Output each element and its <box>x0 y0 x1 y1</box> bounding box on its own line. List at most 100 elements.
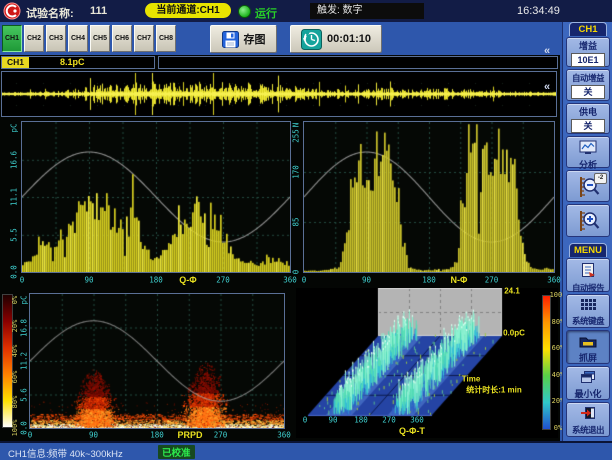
q-phi-histogram-panel: 0.05.511.116.6pC090180270360Q-Φ <box>2 118 294 290</box>
capture-folder-icon <box>579 334 597 348</box>
n-phi-histogram-chart <box>303 121 555 273</box>
z-max-label: 24.1 <box>504 287 520 296</box>
x-tick-label: 180 <box>422 276 436 285</box>
sidebar: CH1 增益 10E1 自动增益 关 供电 关 分析 -2 <box>562 22 612 441</box>
y-tick-label: 255 <box>292 129 301 143</box>
zoom-in-button[interactable] <box>566 204 610 237</box>
system-keyboard-label: 系统键盘 <box>567 316 609 327</box>
collapse-sidebar-icon[interactable]: « <box>544 82 550 92</box>
x-tick-label: 270 <box>216 276 230 285</box>
save-image-label: 存图 <box>244 31 266 47</box>
colorbar-tick-label: 0% <box>11 296 19 304</box>
x-tick-label: 0 <box>302 276 307 285</box>
power-supply-label: 供电 <box>567 107 609 118</box>
q-phi-t-colorbar <box>542 295 551 430</box>
channel-button-ch6[interactable]: CH6 <box>112 25 132 52</box>
colorbar-tick-label: 100% <box>11 420 19 437</box>
screen-capture-button[interactable]: 抓屏 <box>566 330 610 364</box>
x-tick-label: 270 <box>382 416 396 425</box>
run-status-label: 运行 <box>255 5 277 21</box>
x-axis-label: N-Φ <box>451 275 468 285</box>
x-tick-label: 270 <box>485 276 499 285</box>
x-tick-label: 0 <box>303 416 308 425</box>
x-tick-label: 360 <box>277 431 291 440</box>
gain-button[interactable]: 增益 10E1 <box>566 37 610 67</box>
x-tick-label: 180 <box>354 416 368 425</box>
system-keyboard-button[interactable]: 系统键盘 <box>566 294 610 328</box>
y-tick-label: 16.6 <box>10 151 19 169</box>
screen-capture-label: 抓屏 <box>567 353 609 364</box>
auto-report-button[interactable]: 自动报告 <box>566 258 610 292</box>
y-tick-label: 5.5 <box>10 228 19 242</box>
zoom-out-button[interactable]: -2 <box>566 170 610 202</box>
y-tick-label: 16.8 <box>20 318 29 336</box>
q-phi-histogram-chart <box>21 121 291 273</box>
channel-button-ch5[interactable]: CH5 <box>90 25 110 52</box>
minimize-button[interactable]: 最小化 <box>566 366 610 400</box>
minimize-windows-icon <box>580 370 596 384</box>
timer-clock-icon <box>301 29 322 50</box>
save-image-button[interactable]: 存图 <box>210 25 277 53</box>
gain-value: 10E1 <box>571 53 605 67</box>
auto-gain-button[interactable]: 自动增益 关 <box>566 69 610 101</box>
channel-button-ch1[interactable]: CH1 <box>2 25 22 52</box>
channel-info-label: CH1信息: <box>8 446 49 460</box>
channel-button-ch4[interactable]: CH4 <box>68 25 88 52</box>
x-tick-label: 0 <box>28 431 33 440</box>
time-waveform-chart <box>2 72 556 116</box>
x-axis-label: Q-Φ <box>179 275 196 285</box>
y-tick-label: 0 <box>292 270 301 275</box>
prpd-heatmap-panel: 0.05.611.216.8pC090180270360PRPD0%20%40%… <box>0 292 294 442</box>
measurement-display: CH1 8.1pC 0.0 5.5 11.1 16.6 pC 0 90 180 270 360 Q-… <box>0 55 560 441</box>
channel-readout-box: CH1 8.1pC <box>1 56 155 69</box>
timer-button[interactable]: 00:01:10 <box>290 25 382 53</box>
x-tick-label: 270 <box>214 431 228 440</box>
channel-button-group: CH1CH2CH3CH4CH5CH6CH7CH8 <box>2 25 176 52</box>
toolbar: CH1CH2CH3CH4CH5CH6CH7CH8 存图 <box>0 22 612 55</box>
z-min-label: 0.0pC <box>503 329 525 338</box>
timer-value: 00:01:10 <box>327 33 371 45</box>
analysis-screen-icon <box>579 140 597 155</box>
q-phi-t-3d-panel: 090180270360Q-Φ-T24.10.0pCTime统计时长:1 min… <box>296 288 560 443</box>
test-name-label: 试验名称: <box>26 5 74 21</box>
channel-chip: CH1 <box>2 57 29 68</box>
x-tick-label: 180 <box>150 431 164 440</box>
time-waveform-panel <box>1 71 557 117</box>
pd-analyzer-window: 试验名称: 111 当前通道:CH1 运行 触发: 数字 16:34:49 CH… <box>0 0 612 460</box>
status-bar: CH1信息: 频带 40k~300kHz 已校准 <box>0 441 612 460</box>
statistics-duration-label: 统计时长:1 min <box>466 385 522 396</box>
current-channel-pill: 当前通道:CH1 <box>145 3 231 18</box>
system-clock: 16:34:49 <box>517 5 560 17</box>
y-axis-unit: N <box>292 123 301 128</box>
channel-button-ch7[interactable]: CH7 <box>134 25 154 52</box>
system-exit-button[interactable]: 系统退出 <box>566 402 610 437</box>
app-logo-icon <box>3 2 21 20</box>
gain-label: 增益 <box>567 41 609 52</box>
collapse-sidebar-icon[interactable]: « <box>544 46 550 56</box>
x-tick-label: 90 <box>84 276 93 285</box>
sidebar-channel-tab[interactable]: CH1 <box>569 22 607 36</box>
channel-button-ch3[interactable]: CH3 <box>46 25 66 52</box>
n-phi-histogram-panel: 085170255N090180270360N-Φ <box>284 118 560 290</box>
colorbar-tick-label: 60% <box>11 370 19 383</box>
prpd-heatmap-chart <box>29 293 285 429</box>
power-supply-button[interactable]: 供电 关 <box>566 103 610 134</box>
y-axis-unit: pC <box>10 123 19 132</box>
sidebar-menu-tab[interactable]: MENU <box>569 243 607 257</box>
channel-button-ch8[interactable]: CH8 <box>156 25 176 52</box>
y-axis-unit: pC <box>20 295 29 304</box>
zoom-in-magnifier-icon <box>576 209 600 233</box>
x-tick-label: 90 <box>89 431 98 440</box>
frequency-band-label: 频带 40k~300kHz <box>48 446 123 460</box>
channel-button-ch2[interactable]: CH2 <box>24 25 44 52</box>
analysis-button[interactable]: 分析 <box>566 136 610 168</box>
x-tick-label: 0 <box>20 276 25 285</box>
y-tick-label: 11.1 <box>10 188 19 206</box>
x-tick-label: 360 <box>410 416 424 425</box>
time-axis-label: Time <box>462 375 481 384</box>
charge-readout: 8.1pC <box>60 57 85 68</box>
run-indicator-icon <box>238 5 251 18</box>
auto-gain-value: 关 <box>571 85 605 99</box>
y-tick-label: 0.0 <box>10 265 19 279</box>
x-axis-label: PRPD <box>177 430 202 440</box>
